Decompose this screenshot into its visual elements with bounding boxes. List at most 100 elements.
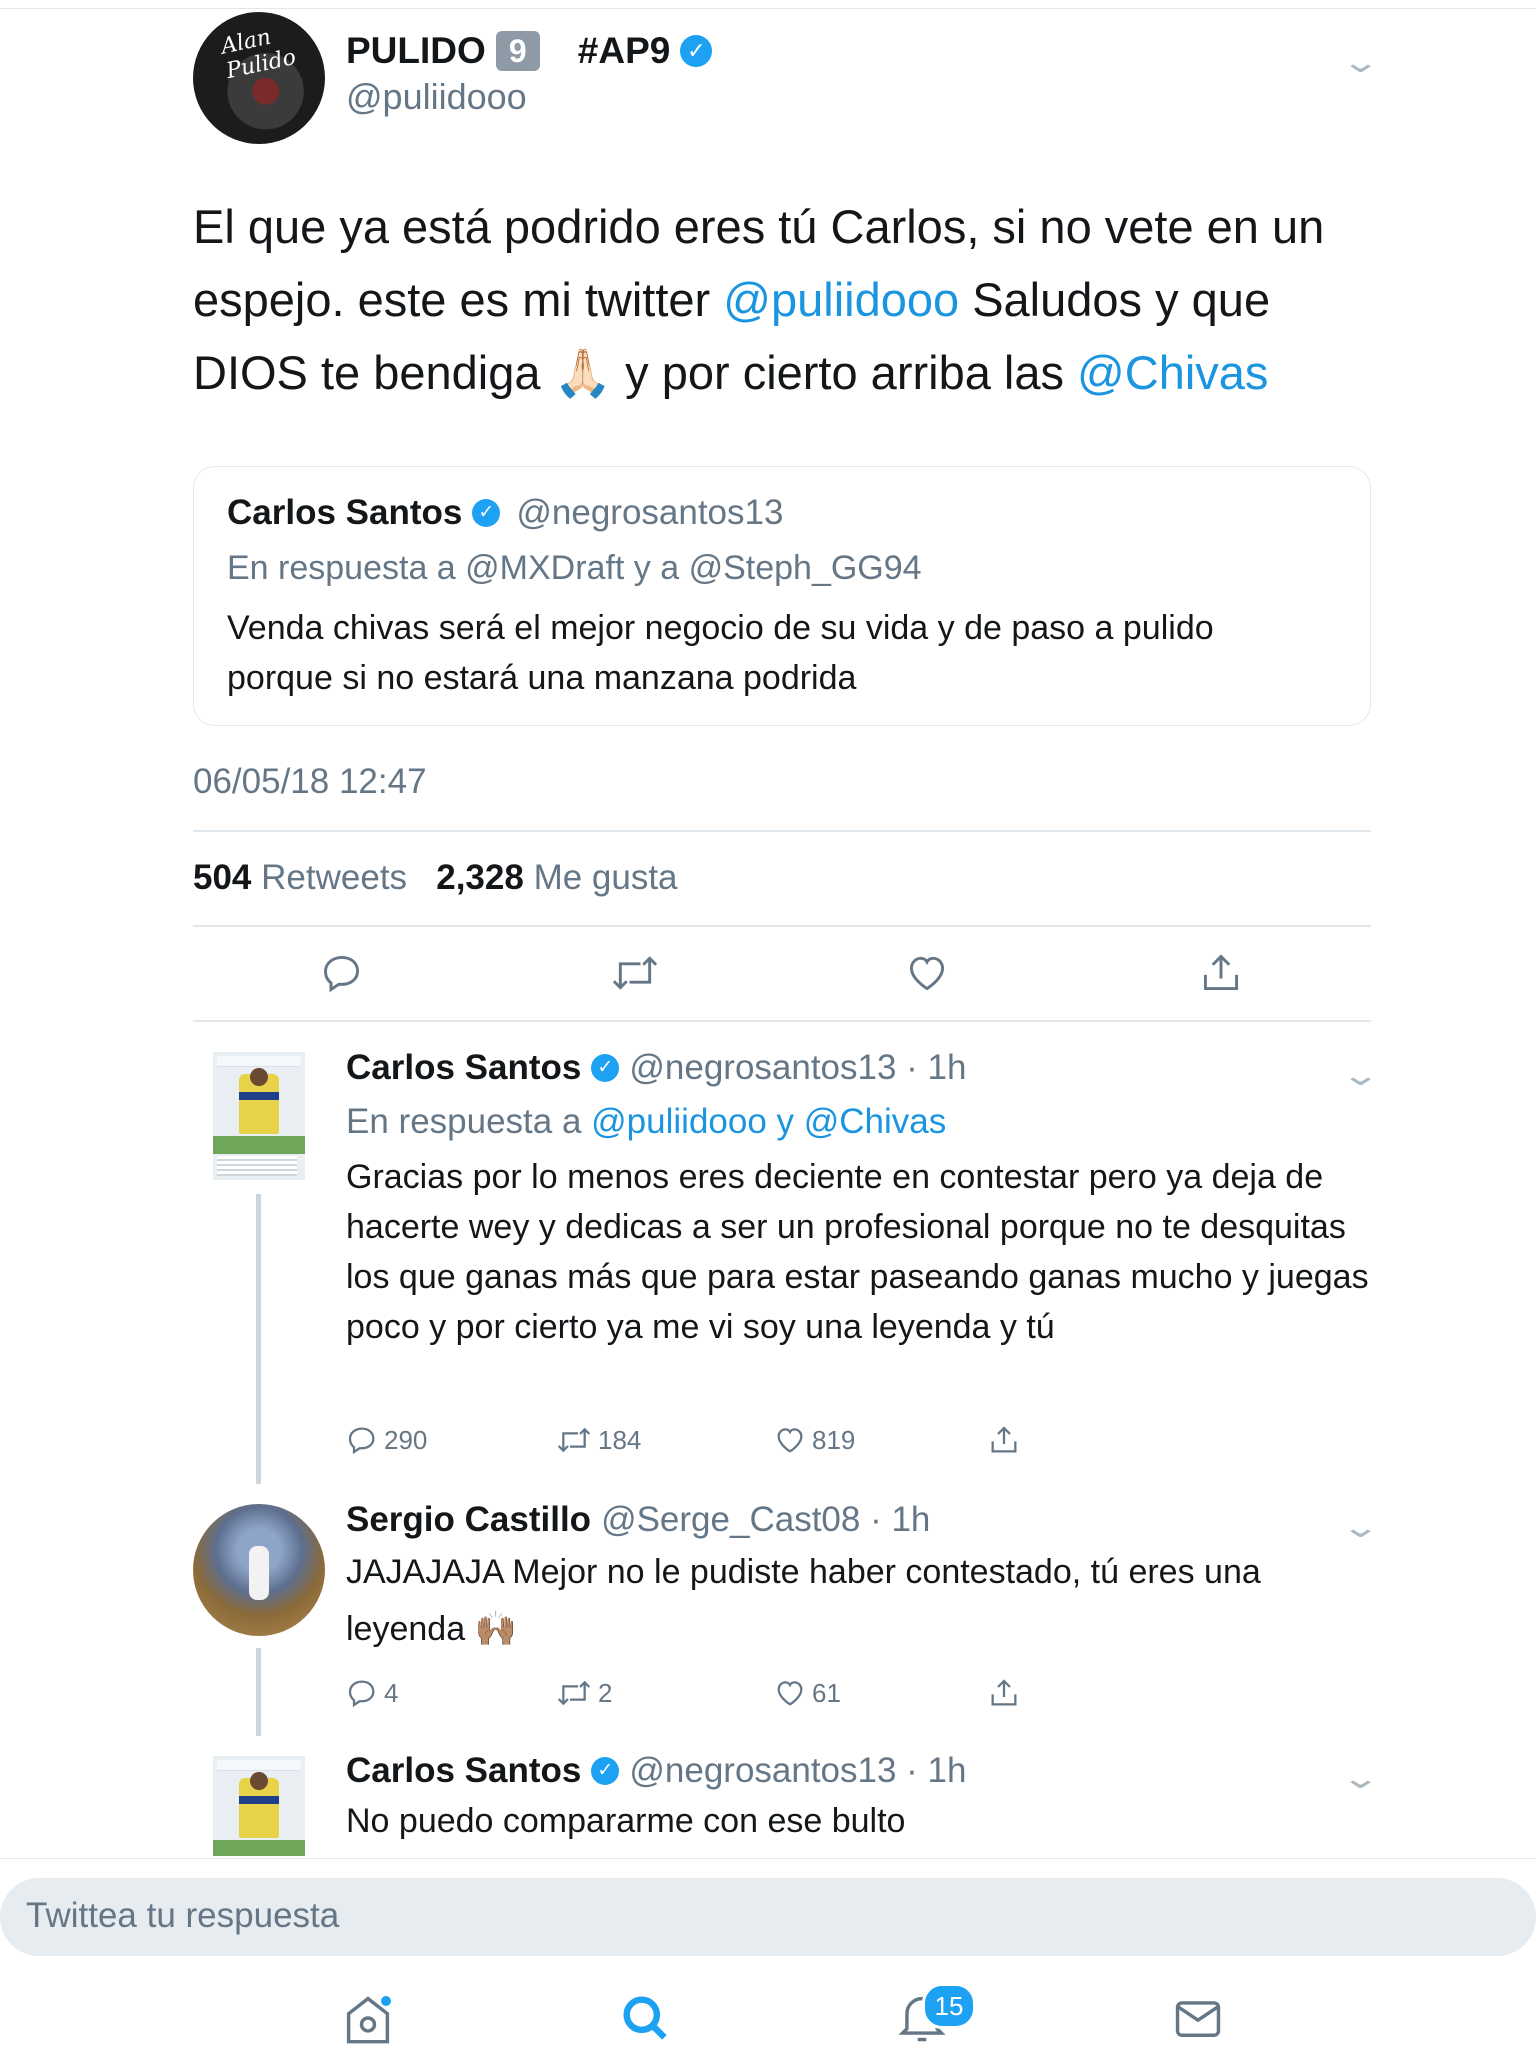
author-hashtag: #AP9	[577, 30, 671, 71]
compose-placeholder: Twittea tu respuesta	[26, 1896, 340, 1935]
heart-icon	[777, 1681, 803, 1706]
reply-text: No puedo compararme con ese bulto	[346, 1802, 906, 1840]
avatar-header	[217, 1056, 301, 1067]
mail-icon	[1175, 2001, 1221, 2037]
main-author-name[interactable]: PULIDO 9 #AP9 ✓	[346, 30, 713, 72]
like-count: 819	[812, 1424, 856, 1455]
avatar-head	[250, 1772, 268, 1790]
retweet-icon	[557, 1680, 591, 1706]
share-icon	[991, 1679, 1017, 1706]
likes-count[interactable]: 2,328	[436, 858, 524, 897]
reply-text: JAJAJAJA Mejor no le pudiste haber conte…	[346, 1544, 1376, 1658]
reply-icon	[348, 1427, 375, 1455]
retweets-label[interactable]: Retweets	[261, 858, 407, 897]
reply-icon	[324, 955, 360, 993]
reply-author-name: Carlos Santos	[346, 1048, 582, 1087]
retweet-button[interactable]: 2	[556, 1677, 612, 1709]
reply-author[interactable]: Carlos Santos ✓ @negrosantos13 · 1h	[346, 1751, 967, 1791]
verified-badge-icon: ✓	[591, 1054, 620, 1082]
share-icon	[991, 1426, 1017, 1453]
praying-hands-emoji: 🙏🏻	[553, 346, 613, 399]
like-button[interactable]: 819	[774, 1424, 855, 1456]
reply-author-name: Sergio Castillo	[346, 1500, 592, 1539]
quoted-tweet-card[interactable]: Carlos Santos ✓ @negrosantos13 En respue…	[193, 466, 1371, 726]
chevron-down-icon[interactable]: ⌄	[1340, 1061, 1380, 1091]
reply-compose-input[interactable]: Twittea tu respuesta	[0, 1878, 1536, 1956]
divider	[193, 830, 1371, 832]
reply-author-handle: @Serge_Cast08 · 1h	[601, 1500, 931, 1539]
avatar-signature: Alan Pulido	[218, 24, 299, 85]
reply-avatar[interactable]	[213, 1052, 305, 1180]
share-button[interactable]	[988, 1677, 1020, 1709]
avatar-field	[213, 1136, 305, 1154]
compose-divider	[0, 1858, 1536, 1859]
quoted-tweet-text: Venda chivas será el mejor negocio de su…	[227, 609, 1214, 697]
mention-link[interactable]: @Chivas	[1077, 346, 1268, 399]
avatar-figure	[249, 1546, 269, 1600]
retweet-button[interactable]: 184	[556, 1424, 641, 1456]
top-divider	[0, 8, 1536, 9]
chevron-down-icon[interactable]: ⌄	[1340, 48, 1380, 78]
avatar-band	[239, 1092, 279, 1100]
divider	[193, 925, 1371, 927]
reply-button[interactable]: 4	[346, 1677, 398, 1709]
chevron-down-icon[interactable]: ⌄	[1340, 1764, 1380, 1794]
tweet-text-part: y por cierto arriba las	[612, 346, 1078, 399]
reply-button[interactable]: 290	[346, 1424, 427, 1456]
share-button[interactable]	[988, 1424, 1020, 1456]
main-author-handle[interactable]: @puliidooo	[346, 76, 527, 118]
verified-badge-icon: ✓	[680, 35, 713, 67]
share-button[interactable]	[1196, 948, 1246, 998]
main-avatar[interactable]: Alan Pulido	[193, 12, 325, 144]
avatar-band	[239, 1796, 279, 1804]
search-icon	[623, 1996, 667, 2040]
verified-badge-icon: ✓	[591, 1757, 620, 1785]
reply-avatar[interactable]	[193, 1504, 325, 1636]
retweets-count[interactable]: 504	[193, 858, 251, 897]
tab-search[interactable]	[615, 1990, 675, 2048]
thread-line	[256, 1648, 261, 1736]
retweet-icon	[612, 956, 658, 990]
divider	[193, 1020, 1371, 1022]
reply-count: 290	[384, 1424, 428, 1455]
reply-author-handle: @negrosantos13 · 1h	[629, 1048, 967, 1087]
quoted-reply-context: En respuesta a @MXDraft y a @Steph_GG94	[227, 549, 922, 587]
share-icon	[1203, 954, 1239, 991]
tab-messages[interactable]	[1168, 1990, 1228, 2048]
reply-count: 4	[384, 1677, 399, 1708]
reply-context-mentions[interactable]: @puliidooo y @Chivas	[591, 1102, 946, 1141]
reply-author[interactable]: Sergio Castillo @Serge_Cast08 · 1h	[346, 1500, 930, 1540]
retweet-count: 184	[598, 1424, 642, 1455]
avatar-field	[213, 1840, 305, 1856]
number-badge: 9	[495, 31, 540, 71]
retweet-icon	[557, 1427, 591, 1453]
like-button[interactable]	[902, 948, 952, 998]
likes-label[interactable]: Me gusta	[534, 858, 678, 897]
reply-author-name: Carlos Santos	[346, 1751, 582, 1790]
reply-author-handle: @negrosantos13 · 1h	[629, 1751, 967, 1790]
main-tweet-text: El que ya está podrido eres tú Carlos, s…	[193, 190, 1373, 409]
quoted-author-name: Carlos Santos	[227, 493, 463, 532]
heart-icon	[909, 956, 945, 991]
verified-badge-icon: ✓	[472, 499, 501, 527]
like-button[interactable]: 61	[774, 1677, 841, 1709]
reply-text: Gracias por lo menos eres deciente en co…	[346, 1158, 1369, 1346]
reply-context-prefix: En respuesta a	[346, 1102, 592, 1141]
reply-button[interactable]	[317, 948, 367, 998]
tweet-timestamp: 06/05/18 12:47	[193, 762, 427, 801]
new-content-dot	[381, 1996, 391, 2006]
like-count: 61	[812, 1677, 841, 1708]
retweet-button[interactable]	[610, 948, 660, 998]
avatar-header	[217, 1760, 301, 1771]
avatar-lines	[217, 1156, 297, 1176]
mention-link[interactable]: @puliidooo	[723, 273, 959, 326]
reply-avatar[interactable]	[213, 1756, 305, 1856]
reply-icon	[348, 1680, 375, 1708]
quoted-author-handle: @negrosantos13	[516, 493, 784, 532]
author-name: PULIDO	[346, 30, 486, 71]
avatar-head	[250, 1068, 268, 1086]
retweet-count: 2	[598, 1677, 613, 1708]
reply-author[interactable]: Carlos Santos ✓ @negrosantos13 · 1h	[346, 1048, 967, 1088]
quoted-author: Carlos Santos ✓ @negrosantos13	[227, 493, 783, 533]
chevron-down-icon[interactable]: ⌄	[1340, 1513, 1380, 1543]
